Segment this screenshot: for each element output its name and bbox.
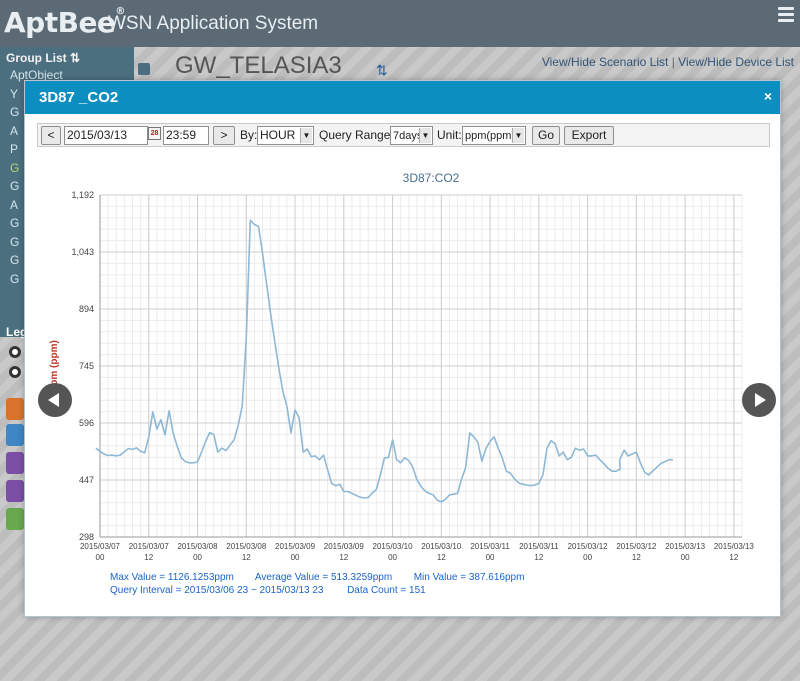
next-chart-arrow-icon[interactable] (742, 383, 776, 417)
app-logo[interactable]: AptBee® (4, 6, 125, 39)
radio-icon[interactable] (9, 346, 21, 358)
y-tick-label: 745 (79, 361, 94, 371)
query-range-select[interactable]: 7days ▼ (390, 126, 433, 145)
radio-icon[interactable] (9, 366, 21, 378)
app-header: AptBee® WSN Application System (0, 0, 800, 47)
date-input[interactable]: 2015/03/13 (64, 126, 148, 145)
y-tick-label: 1,192 (71, 190, 94, 200)
x-tick-label: 2015/03/07 (80, 542, 121, 551)
unit-label: Unit: (437, 128, 462, 142)
swap-icon[interactable]: ⇅ (376, 62, 388, 79)
x-tick-label: 2015/03/08 (177, 542, 218, 551)
x-tick-label: 12 (437, 553, 446, 562)
min-value: Min Value = 387.616ppm (413, 572, 525, 583)
x-tick-label: 12 (729, 553, 738, 562)
x-tick-label: 2015/03/09 (275, 542, 316, 551)
x-tick-label: 00 (583, 553, 592, 562)
x-tick-label: 2015/03/13 (714, 542, 755, 551)
x-tick-label: 2015/03/10 (421, 542, 462, 551)
next-date-button[interactable]: > (213, 126, 235, 145)
calendar-icon[interactable]: 28 (148, 127, 161, 140)
prev-date-button[interactable]: < (41, 126, 61, 145)
x-tick-label: 2015/03/12 (616, 542, 657, 551)
query-range-label: Query Range: (319, 128, 394, 142)
x-tick-label: 00 (486, 553, 495, 562)
y-tick-label: 447 (79, 475, 94, 485)
data-count: Data Count = 151 (347, 585, 426, 596)
x-tick-label: 00 (388, 553, 397, 562)
drop-icon (6, 424, 24, 446)
x-tick-label: 12 (632, 553, 641, 562)
query-toolbar: < 2015/03/13 28 23:59 > By: HOUR ▼ Query … (37, 123, 770, 147)
list-icon[interactable] (138, 63, 150, 75)
y-tick-label: 596 (79, 418, 94, 428)
view-device-link[interactable]: View/Hide Device List (678, 55, 794, 69)
co2-icon (6, 480, 24, 502)
chart-panel: 298 447 596 745 894 1,043 1,192 2015/03/07 00 201… (37, 163, 770, 603)
x-tick-label: 00 (193, 553, 202, 562)
x-tick-label: 2015/03/07 (129, 542, 170, 551)
y-tick-label: 298 (79, 532, 94, 542)
average-value: Average Value = 513.3259ppm (254, 572, 393, 583)
sort-icon[interactable]: ⇅ (70, 51, 80, 65)
x-tick-label: 12 (534, 553, 543, 562)
unit-select[interactable]: ppm(ppm) ▼ (462, 126, 526, 145)
query-interval: Query Interval = 2015/03/06 23 ~ 2015/03… (110, 585, 324, 596)
y-tick-label: 894 (79, 304, 94, 314)
x-tick-label: 2015/03/11 (470, 542, 510, 551)
chart-stats-row1: Max Value = 1126.1253ppm Average Value =… (110, 572, 524, 583)
view-scenario-link[interactable]: View/Hide Scenario List (542, 55, 669, 69)
x-tick-label: 00 (681, 553, 690, 562)
close-icon[interactable]: × (764, 88, 772, 104)
chevron-down-icon: ▼ (300, 128, 312, 143)
app-title: WSN Application System (108, 13, 319, 34)
chart-stats-row2: Query Interval = 2015/03/06 23 ~ 2015/03… (110, 585, 426, 596)
document-icon (6, 508, 24, 530)
group-list-header: Group List ⇅ (6, 51, 81, 65)
sensor-icon (6, 398, 24, 420)
x-tick-label: 00 (291, 553, 300, 562)
chevron-down-icon: ▼ (419, 128, 431, 143)
go-button[interactable]: Go (532, 126, 560, 145)
x-tick-label: 12 (242, 553, 251, 562)
chart-dialog: 3D87 _CO2 × < 2015/03/13 28 23:59 > By: … (24, 80, 781, 617)
y-tick-label: 1,043 (71, 247, 94, 257)
by-label: By: (240, 128, 258, 142)
hamburger-menu-icon[interactable] (778, 7, 794, 25)
time-input[interactable]: 23:59 (163, 126, 209, 145)
co-icon (6, 452, 24, 474)
by-select[interactable]: HOUR ▼ (257, 126, 314, 145)
previous-chart-arrow-icon[interactable] (38, 383, 72, 417)
x-tick-label: 12 (339, 553, 348, 562)
view-links: View/Hide Scenario List | View/Hide Devi… (541, 55, 794, 69)
x-tick-label: 12 (144, 553, 153, 562)
chart-title: 3D87:CO2 (403, 171, 460, 185)
export-button[interactable]: Export (564, 126, 614, 145)
x-tick-label: 2015/03/08 (226, 542, 267, 551)
x-tick-label: 2015/03/13 (665, 542, 706, 551)
max-value: Max Value = 1126.1253ppm (110, 572, 234, 583)
x-tick-label: 00 (96, 553, 105, 562)
dialog-header: 3D87 _CO2 × (25, 81, 780, 114)
x-tick-label: 2015/03/11 (519, 542, 559, 551)
x-tick-label: 2015/03/09 (324, 542, 365, 551)
x-tick-label: 2015/03/10 (373, 542, 414, 551)
x-tick-label: 2015/03/12 (568, 542, 609, 551)
chevron-down-icon: ▼ (512, 128, 524, 143)
dialog-title: 3D87 _CO2 (39, 89, 119, 106)
page-title: GW_TELASIA3 (175, 52, 342, 79)
co2-line-chart: 298 447 596 745 894 1,043 1,192 2015/03/07 00 201… (49, 171, 755, 562)
